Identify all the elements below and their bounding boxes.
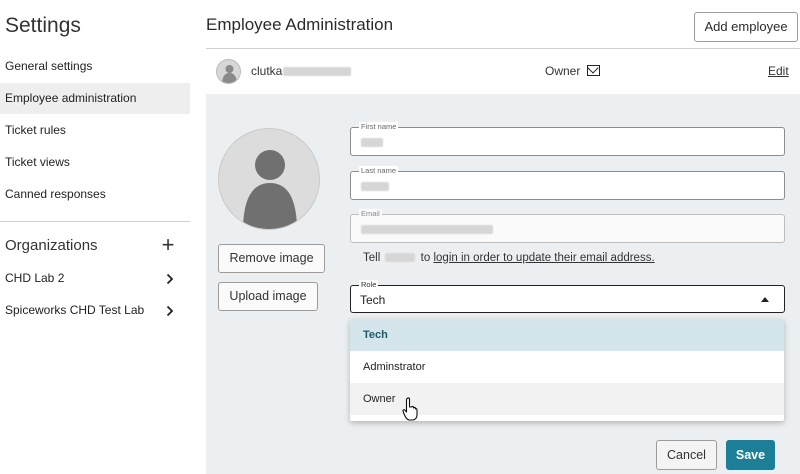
save-button[interactable]: Save [726, 440, 775, 470]
sidebar-item-general-settings[interactable]: General settings [0, 51, 190, 82]
add-employee-button[interactable]: Add employee [694, 12, 798, 42]
role-option-administrator[interactable]: Adminstrator [350, 351, 784, 383]
last-name-label: Last name [359, 166, 399, 176]
employee-role: Owner [545, 64, 581, 78]
sidebar-item-canned-responses[interactable]: Canned responses [0, 179, 190, 210]
organization-item[interactable]: Spiceworks CHD Test Lab [0, 295, 190, 325]
first-name-field[interactable]: First name [350, 122, 785, 156]
remove-image-button[interactable]: Remove image [218, 244, 325, 273]
avatar [216, 59, 241, 84]
hint-prefix: Tell [363, 252, 381, 264]
login-hint-link[interactable]: login in order to update their email add… [433, 252, 654, 264]
email-label: Email [359, 209, 382, 219]
employee-row: clutka Owner Edit [206, 49, 800, 94]
redacted-text [361, 225, 493, 234]
sidebar-item-employee-administration[interactable]: Employee administration [0, 83, 190, 114]
employee-name-text: clutka [251, 64, 283, 78]
cancel-button[interactable]: Cancel [656, 440, 717, 470]
caret-up-icon [761, 297, 769, 302]
last-name-field[interactable]: Last name [350, 166, 785, 200]
sidebar-divider [0, 221, 190, 222]
page-title: Employee Administration [206, 15, 394, 34]
role-option-tech[interactable]: Tech [350, 319, 784, 351]
organization-label: CHD Lab 2 [5, 271, 65, 285]
email-hint: Tell to login in order to update their e… [363, 252, 655, 264]
sidebar-item-ticket-rules[interactable]: Ticket rules [0, 115, 190, 146]
hand-pointer-cursor [402, 397, 418, 421]
email-field: Email [350, 209, 785, 243]
settings-sidebar: Settings General settings Employee admin… [0, 0, 190, 474]
sidebar-item-ticket-views[interactable]: Ticket views [0, 147, 190, 178]
hint-middle: to [420, 252, 431, 264]
add-organization-icon[interactable]: + [158, 233, 178, 257]
employee-name: clutka [251, 64, 352, 78]
role-value: Tech [360, 293, 386, 307]
avatar-large [218, 128, 320, 230]
role-select[interactable]: Role Tech [350, 280, 785, 313]
upload-image-button[interactable]: Upload image [218, 282, 318, 311]
settings-title: Settings [5, 14, 81, 37]
redacted-text [361, 182, 389, 191]
redacted-text [283, 67, 352, 77]
edit-employee-link[interactable]: Edit [768, 64, 789, 78]
chevron-right-icon [166, 263, 174, 293]
chevron-right-icon [166, 295, 174, 325]
envelope-icon[interactable] [587, 65, 600, 76]
organization-item[interactable]: CHD Lab 2 [0, 263, 190, 293]
first-name-label: First name [359, 122, 399, 132]
redacted-text [385, 253, 416, 263]
redacted-text [361, 138, 383, 147]
organization-label: Spiceworks CHD Test Lab [5, 303, 145, 317]
role-label: Role [359, 280, 379, 290]
organizations-title: Organizations [5, 237, 98, 254]
